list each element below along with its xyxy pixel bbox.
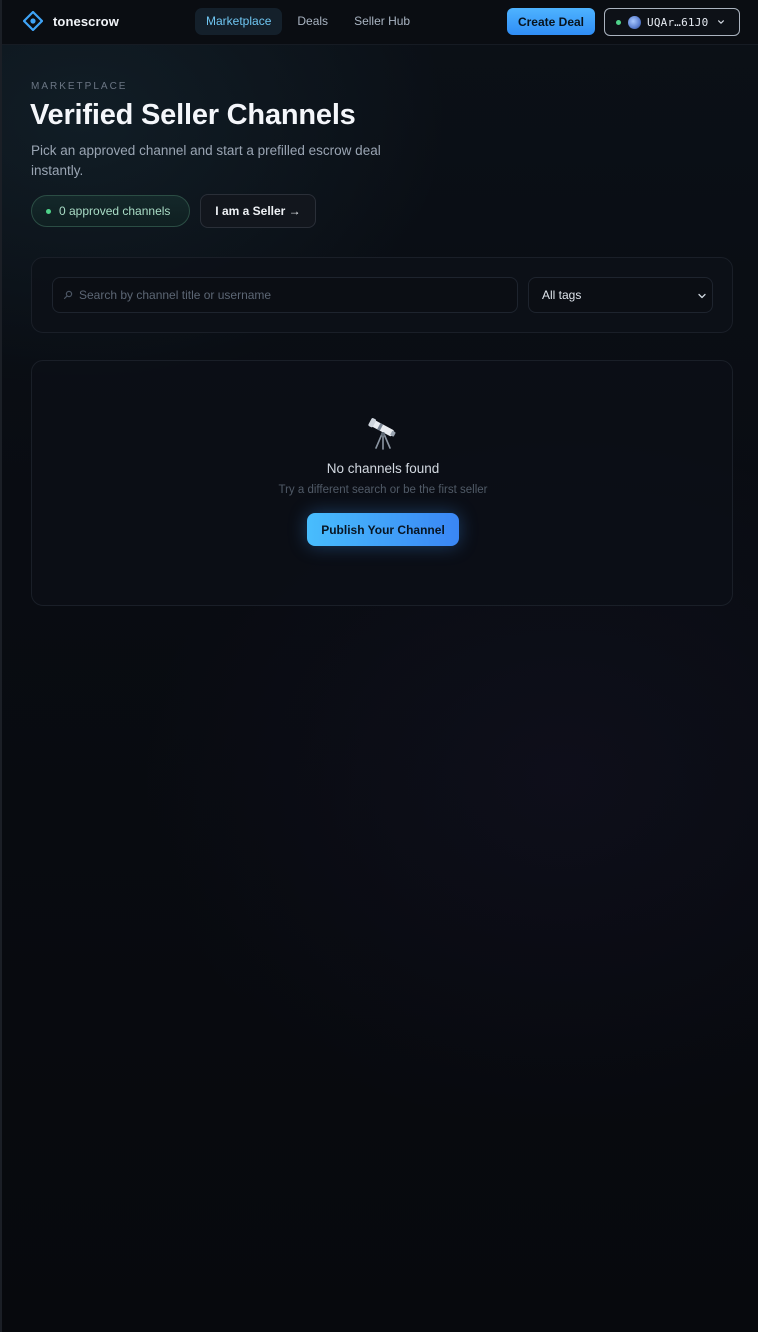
filter-panel: All tags	[31, 257, 733, 333]
connected-status-dot	[616, 19, 621, 25]
logo-icon	[23, 11, 43, 31]
empty-state: No channels found Try a different search…	[31, 360, 733, 606]
wallet-button[interactable]: UQAr…61J0	[604, 8, 740, 36]
nav-marketplace[interactable]: Marketplace	[195, 8, 283, 35]
page-title: Verified Seller Channels	[30, 99, 356, 131]
approved-channels-count: 0 approved channels	[59, 204, 171, 218]
chevron-down-icon	[698, 293, 706, 299]
chevron-down-icon	[718, 20, 725, 24]
wallet-avatar	[628, 15, 641, 29]
tags-select-value: All tags	[542, 288, 582, 302]
section-eyebrow: MARKETPLACE	[31, 81, 128, 92]
tags-select[interactable]: All tags	[528, 277, 713, 313]
search-input[interactable]	[79, 278, 509, 312]
nav-seller-hub[interactable]: Seller Hub	[343, 8, 421, 35]
empty-state-title: No channels found	[326, 461, 440, 476]
empty-state-subtitle: Try a different search or be the first s…	[278, 484, 488, 496]
i-am-seller-button[interactable]: I am a Seller →	[200, 194, 316, 228]
status-dot	[46, 208, 51, 214]
top-bar: tonescrow Marketplace Deals Seller Hub C…	[2, 0, 758, 45]
main-nav: Marketplace Deals Seller Hub	[195, 8, 421, 35]
brand[interactable]: tonescrow	[23, 11, 119, 31]
search-box[interactable]	[52, 277, 518, 313]
create-deal-button[interactable]: Create Deal	[507, 8, 595, 35]
page-subtitle: Pick an approved channel and start a pre…	[31, 143, 381, 178]
telescope-icon	[368, 418, 396, 450]
search-icon	[63, 290, 73, 300]
approved-channels-badge: 0 approved channels	[31, 195, 190, 227]
wallet-address: UQAr…61J0	[647, 15, 709, 29]
nav-deals[interactable]: Deals	[286, 8, 339, 35]
brand-name: tonescrow	[53, 13, 119, 29]
publish-channel-button[interactable]: Publish Your Channel	[307, 513, 459, 546]
